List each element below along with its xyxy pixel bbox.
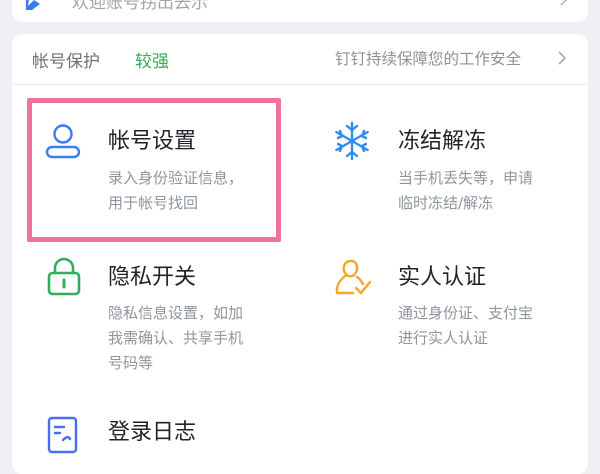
privacy-switch-title: 隐私开关	[108, 265, 197, 290]
app-logo-icon	[26, 0, 40, 10]
chevron-right-icon	[558, 51, 567, 65]
security-header[interactable]: 帐号保护 较强 钉钉持续保障您的工作安全	[12, 34, 588, 85]
privacy-switch-description: 隐私信息设置，如加 我需确认、共享手机 号码等	[108, 304, 244, 372]
document-icon	[47, 416, 78, 454]
real-name-verification-title: 实人认证	[398, 265, 487, 290]
freeze-unfreeze-title: 冻结解冻	[398, 129, 487, 154]
security-level-badge: 较强	[135, 52, 169, 72]
highlight-box	[27, 98, 281, 242]
security-title: 帐号保护	[32, 52, 100, 72]
snowflake-icon	[335, 121, 369, 161]
top-card[interactable]: 欢迎账号拐出去示	[12, 0, 588, 22]
login-log-item[interactable]: 登录日志	[44, 412, 284, 462]
user-check-icon	[335, 259, 372, 295]
privacy-switch-item[interactable]: 隐私开关 隐私信息设置，如加 我需确认、共享手机 号码等	[44, 256, 284, 386]
freeze-unfreeze-item[interactable]: 冻结解冻 当手机丢失等，申请 临时冻结/解冻	[332, 120, 572, 230]
real-name-verification-item[interactable]: 实人认证 通过身份证、支付宝 进行实人认证	[332, 256, 572, 366]
top-card-label: 欢迎账号拐出去示	[72, 0, 208, 13]
real-name-verification-description: 通过身份证、支付宝 进行实人认证	[398, 304, 534, 347]
chevron-right-icon	[560, 0, 568, 6]
freeze-unfreeze-description: 当手机丢失等，申请 临时冻结/解冻	[398, 169, 534, 212]
lock-icon	[47, 257, 81, 296]
security-info-link[interactable]: 钉钉持续保障您的工作安全	[335, 47, 521, 69]
login-log-title: 登录日志	[108, 420, 197, 445]
